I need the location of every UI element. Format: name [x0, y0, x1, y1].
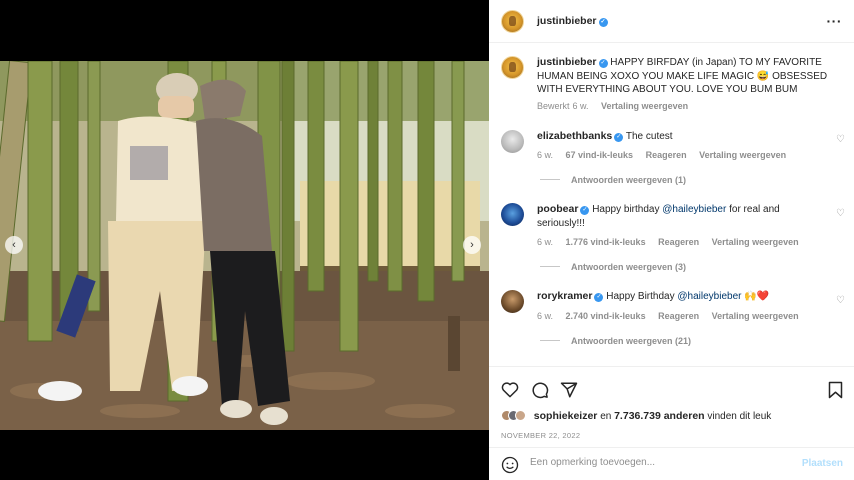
view-replies-label: Antwoorden weergeven (3)	[571, 262, 687, 272]
likes-suffix: vinden dit leuk	[707, 411, 772, 422]
commenter-username[interactable]: elizabethbanks	[537, 130, 612, 142]
commenter-username[interactable]: poobear	[537, 203, 578, 215]
view-replies-button[interactable]: Antwoorden weergeven (21)	[540, 336, 691, 346]
media-panel: ‹ ›	[0, 0, 489, 480]
post-details-panel: justinbieber ✓ ··· justinbieber ✓ HAPPY BI…	[489, 0, 854, 480]
bookmark-icon[interactable]	[828, 381, 843, 399]
mention-link[interactable]: @haileybieber	[677, 291, 741, 302]
comment-likes[interactable]: 2.740 vind-ik-leuks	[566, 311, 646, 321]
comment-like-heart-icon[interactable]: ♡	[836, 208, 845, 219]
caption-username[interactable]: justinbieber	[537, 56, 597, 68]
comment-likes[interactable]: 67 vind-ik-leuks	[566, 150, 634, 160]
author-avatar[interactable]	[501, 10, 524, 33]
edited-label: Bewerkt	[537, 101, 570, 111]
comment-like-heart-icon[interactable]: ♡	[836, 134, 845, 145]
liker-username[interactable]: sophiekeizer	[534, 410, 598, 422]
comment-text: Happy birthday	[592, 204, 663, 215]
likes-and: en	[600, 411, 612, 422]
liker-avatar	[515, 410, 526, 421]
view-replies-button[interactable]: Antwoorden weergeven (3)	[540, 262, 686, 272]
mention-link[interactable]: @haileybieber	[662, 204, 726, 215]
commenter-avatar[interactable]	[501, 290, 524, 313]
verified-badge-icon: ✓	[614, 133, 624, 142]
translate-button[interactable]: Vertaling weergeven	[712, 311, 799, 321]
more-options-icon[interactable]: ···	[827, 13, 843, 29]
verified-badge-icon: ✓	[598, 18, 608, 27]
view-replies-label: Antwoorden weergeven (1)	[571, 175, 687, 185]
verified-badge-icon: ✓	[598, 59, 608, 68]
post-photo[interactable]	[0, 61, 489, 430]
author-username-text[interactable]: justinbieber	[537, 15, 597, 27]
caption-avatar[interactable]	[501, 56, 524, 79]
emoji-icon[interactable]	[501, 456, 519, 474]
comments-list: justinbieber ✓ HAPPY BIRFDAY (in Japan) T…	[489, 44, 854, 366]
likes-count[interactable]: 7.736.739 anderen	[614, 410, 704, 422]
comment-body: elizabethbanks ✓ The cutest	[537, 130, 673, 144]
comment-meta: 6 w. 1.776 vind-ik-leuks Reageren Vertal…	[537, 237, 809, 247]
comment-time[interactable]: 6 w.	[537, 237, 553, 247]
caption-body: justinbieber ✓ HAPPY BIRFDAY (in Japan) T…	[537, 56, 837, 97]
comment-likes[interactable]: 1.776 vind-ik-leuks	[566, 237, 646, 247]
post-date[interactable]: NOVEMBER 22, 2022	[501, 431, 580, 440]
reply-button[interactable]: Reageren	[646, 150, 687, 160]
commenter-avatar[interactable]	[501, 130, 524, 153]
comment-body: rorykramer ✓ Happy Birthday @haileybieber…	[537, 290, 807, 304]
view-replies-label: Antwoorden weergeven (21)	[571, 336, 692, 346]
share-icon[interactable]	[560, 381, 578, 399]
reply-button[interactable]: Reageren	[658, 237, 699, 247]
heart-icon[interactable]	[501, 381, 519, 398]
author-username[interactable]: justinbieber ✓	[537, 15, 608, 27]
caption-time[interactable]: 6 w.	[573, 101, 589, 111]
reply-button[interactable]: Reageren	[658, 311, 699, 321]
chevron-left-icon[interactable]: ‹	[5, 236, 23, 254]
chevron-right-icon[interactable]: ›	[463, 236, 481, 254]
comment-text: The cutest	[625, 131, 673, 142]
post-actions: sophiekeizer en 7.736.739 anderen vinden…	[489, 366, 854, 480]
comment-meta: 6 w. 67 vind-ik-leuks Reageren Vertaling…	[537, 150, 796, 160]
comment-text: Happy Birthday	[606, 291, 678, 302]
translate-button[interactable]: Vertaling weergeven	[699, 150, 786, 160]
translate-button[interactable]: Vertaling weergeven	[601, 101, 688, 111]
post-comment-button[interactable]: Plaatsen	[802, 458, 843, 469]
photo-illustration	[0, 61, 489, 430]
comment-like-heart-icon[interactable]: ♡	[836, 295, 845, 306]
comment-text-end: 🙌❤️	[741, 291, 770, 302]
comment-time[interactable]: 6 w.	[537, 150, 553, 160]
post-header: justinbieber ✓ ···	[489, 0, 854, 43]
liked-by: sophiekeizer en 7.736.739 anderen vinden…	[501, 410, 771, 422]
comment-meta: 6 w. 2.740 vind-ik-leuks Reageren Vertal…	[537, 311, 809, 321]
comment-input[interactable]	[530, 457, 790, 468]
caption-meta: Bewerkt 6 w. Vertaling weergeven	[537, 101, 698, 111]
verified-badge-icon: ✓	[580, 206, 590, 215]
comment-icon[interactable]	[531, 381, 549, 399]
commenter-avatar[interactable]	[501, 203, 524, 226]
commenter-username[interactable]: rorykramer	[537, 290, 592, 302]
verified-badge-icon: ✓	[594, 293, 604, 302]
translate-button[interactable]: Vertaling weergeven	[712, 237, 799, 247]
view-replies-button[interactable]: Antwoorden weergeven (1)	[540, 175, 686, 185]
add-comment-bar: Plaatsen	[489, 447, 854, 480]
comment-time[interactable]: 6 w.	[537, 311, 553, 321]
comment-body: poobear ✓ Happy birthday @haileybieber fo…	[537, 203, 802, 230]
